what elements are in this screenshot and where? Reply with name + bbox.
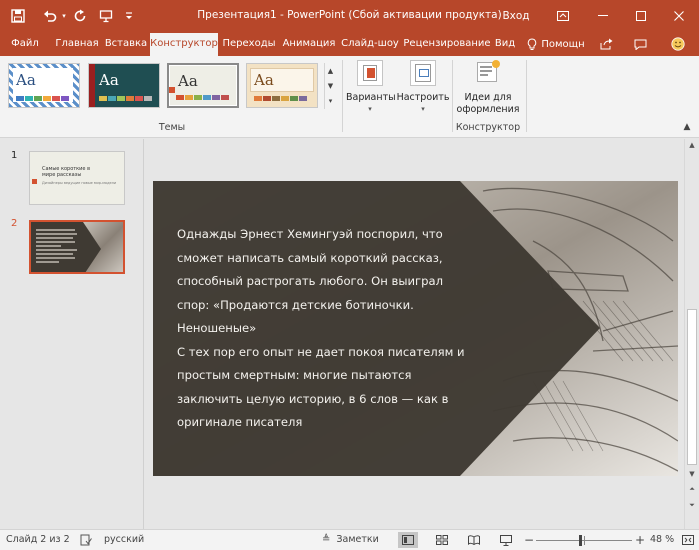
theme-color-swatches	[254, 96, 307, 101]
variants-label: Варианты	[346, 92, 396, 103]
designer-group-label: Конструктор	[455, 122, 521, 133]
variants-icon	[357, 60, 383, 86]
thumbnail-2-shape	[31, 222, 101, 272]
customize-toolbar-icon[interactable]	[122, 0, 136, 32]
comments-icon[interactable]	[630, 32, 650, 56]
share-icon[interactable]	[596, 32, 616, 56]
zoom-slider-center-tick	[584, 536, 585, 545]
spellcheck-icon[interactable]	[76, 532, 96, 548]
previous-slide-icon[interactable]: ⏶	[685, 483, 699, 495]
scroll-up-icon[interactable]: ▲	[685, 139, 699, 151]
close-icon[interactable]	[660, 0, 698, 32]
slideshow-view-icon[interactable]	[496, 532, 516, 548]
slide-number-1: 1	[11, 150, 18, 161]
design-ideas-label-line2: оформления	[456, 104, 520, 115]
customize-icon	[410, 60, 436, 86]
customize-label: Настроить	[396, 92, 450, 103]
zoom-in-icon[interactable]: +	[635, 530, 645, 550]
zoom-level[interactable]: 48 %	[650, 530, 674, 550]
vertical-scrollbar[interactable]: ▲ ▼ ⏶ ⏷	[684, 139, 699, 529]
fit-slide-icon[interactable]	[678, 532, 698, 548]
gallery-more-icon[interactable]: ▾	[325, 93, 336, 108]
language-indicator[interactable]: русский	[104, 530, 144, 550]
notes-label: Заметки	[336, 534, 379, 545]
theme-sample-text: Aa	[254, 71, 274, 89]
theme-thumbnail-4[interactable]: Aa	[246, 63, 318, 108]
slide-counter: Слайд 2 из 2	[6, 534, 70, 545]
tab-slideshow[interactable]: Слайд-шоу	[341, 32, 399, 56]
undo-icon[interactable]	[40, 0, 60, 32]
redo-icon[interactable]	[70, 0, 90, 32]
slide-body-text[interactable]: Однажды Эрнест Хемингуэй поспорил, что с…	[177, 223, 467, 435]
tab-animations[interactable]: Анимация	[280, 32, 338, 56]
tab-insert[interactable]: Вставка	[104, 32, 148, 56]
thumbnail-1-title: Самые короткие в мире рассказы	[42, 166, 91, 178]
theme-thumbnail-2[interactable]: Aa	[88, 63, 160, 108]
tab-design[interactable]: Конструктор	[150, 33, 218, 56]
scroll-down-icon[interactable]: ▼	[685, 468, 699, 480]
gallery-down-icon[interactable]: ▼	[325, 78, 336, 93]
design-ideas-icon	[475, 60, 501, 86]
thumbnail-1-accent	[32, 179, 37, 184]
theme-sample-text: Aa	[16, 71, 36, 89]
ribbon: Aa Aa Aa Aa ▲ ▼ ▾ Темы Варианты ▾ Настро…	[0, 56, 699, 138]
zoom-slider-thumb[interactable]	[579, 535, 582, 546]
slide-sorter-icon[interactable]	[432, 532, 452, 548]
ribbon-separator	[342, 60, 343, 132]
next-slide-icon[interactable]: ⏷	[685, 499, 699, 511]
undo-dropdown-icon[interactable]: ▾	[60, 0, 68, 32]
zoom-out-icon[interactable]: −	[524, 530, 534, 550]
ribbon-tabs: Файл Главная Вставка Конструктор Переход…	[0, 32, 699, 56]
status-bar: Слайд 2 из 2 русский ≜ Заметки − + 48 %	[0, 529, 699, 550]
slide-thumbnail-1[interactable]: Самые короткие в мире рассказы Дизайнеры…	[29, 151, 125, 205]
current-slide[interactable]: Однажды Эрнест Хемингуэй поспорил, что с…	[153, 181, 678, 476]
variants-dropdown-icon: ▾	[368, 105, 372, 113]
tab-home[interactable]: Главная	[54, 32, 100, 56]
start-slideshow-icon[interactable]	[96, 0, 116, 32]
scrollbar-thumb[interactable]	[687, 309, 697, 465]
collapse-ribbon-icon[interactable]: ▲	[680, 122, 694, 134]
slide-number-2: 2	[11, 218, 18, 229]
tab-transitions[interactable]: Переходы	[222, 32, 276, 56]
customize-button[interactable]: Настроить ▾	[396, 60, 450, 120]
gallery-up-icon[interactable]: ▲	[325, 63, 336, 78]
theme-color-swatches	[16, 96, 69, 101]
theme-gallery-scroll: ▲ ▼ ▾	[324, 63, 336, 109]
normal-view-icon[interactable]	[398, 532, 418, 548]
tab-view[interactable]: Вид	[493, 32, 517, 56]
maximize-icon[interactable]	[622, 0, 660, 32]
lightbulb-icon	[528, 37, 537, 50]
slide-editor-area: Однажды Эрнест Хемингуэй поспорил, что с…	[143, 139, 684, 529]
theme-color-swatches	[176, 95, 229, 100]
theme-color-swatches	[99, 96, 152, 101]
reading-view-icon[interactable]	[464, 532, 484, 548]
themes-group-label: Темы	[158, 122, 186, 133]
title-bar: ▾ Презентация1 - PowerPoint (Сбой актива…	[0, 0, 699, 32]
ribbon-separator	[526, 60, 527, 132]
theme-sample-text: Aa	[178, 72, 198, 90]
tell-me-label: Помощн	[541, 38, 585, 50]
theme-thumbnail-1[interactable]: Aa	[8, 63, 80, 108]
ribbon-display-options-icon[interactable]	[544, 0, 582, 32]
minimize-icon[interactable]	[584, 0, 622, 32]
design-ideas-button[interactable]: Идеи для оформления	[456, 60, 520, 120]
design-ideas-label-line1: Идеи для	[464, 92, 512, 103]
tell-me[interactable]: Помощн	[524, 32, 588, 56]
thumbnail-1-subtitle: Дизайнеры ведущие новые мир-модели	[42, 181, 117, 185]
customize-dropdown-icon: ▾	[421, 105, 425, 113]
tab-review[interactable]: Рецензирование	[403, 32, 491, 56]
notes-button[interactable]: ≜ Заметки	[322, 530, 379, 550]
slide-thumbnail-2[interactable]	[29, 220, 125, 274]
notes-icon: ≜	[322, 534, 331, 545]
sign-in-link[interactable]: Вход	[495, 0, 537, 32]
variants-button[interactable]: Варианты ▾	[346, 60, 396, 120]
smiley-icon[interactable]	[668, 32, 688, 56]
save-icon[interactable]	[6, 0, 30, 32]
theme-thumbnail-3-selected[interactable]: Aa	[167, 63, 239, 108]
theme-sample-text: Aa	[99, 71, 119, 89]
tab-file[interactable]: Файл	[6, 32, 44, 56]
slide-thumbnails-pane: 1 Самые короткие в мире рассказы Дизайне…	[0, 139, 142, 529]
